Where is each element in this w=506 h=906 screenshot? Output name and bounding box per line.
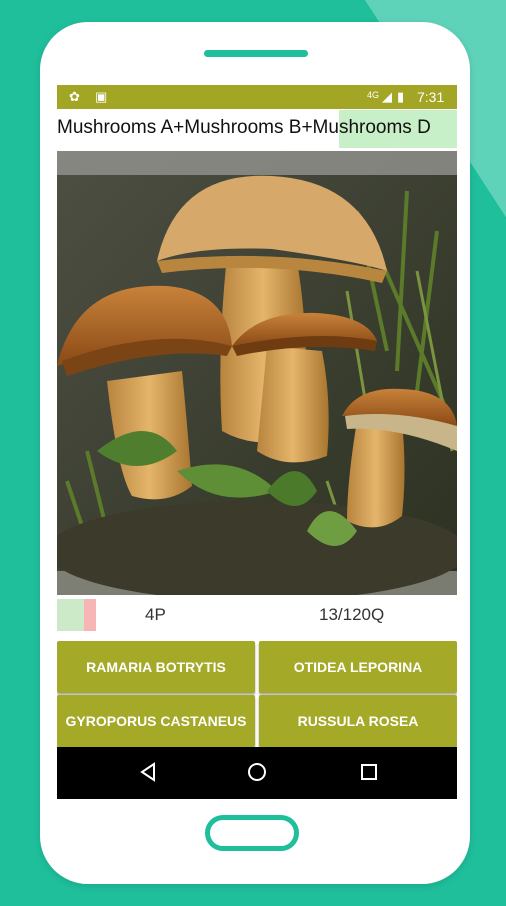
answer-button-3[interactable]: GYROPORUS CASTANEUS xyxy=(57,695,255,747)
app-screen: ✿ ▣ 4G ◢ ▮ 7:31 Mushrooms A+Mushrooms B+… xyxy=(57,85,457,799)
question-progress: 13/120Q xyxy=(319,605,385,624)
quiz-info-row: 4P 13/120Q xyxy=(57,595,457,637)
progress-marker-pink xyxy=(84,599,96,631)
phone-frame: ✿ ▣ 4G ◢ ▮ 7:31 Mushrooms A+Mushrooms B+… xyxy=(40,22,470,884)
home-icon[interactable] xyxy=(246,761,268,783)
signal-label: 4G xyxy=(367,90,380,100)
nav-bar xyxy=(57,747,457,799)
score-label: 4P xyxy=(145,605,166,624)
answer-button-1[interactable]: RAMARIA BOTRYTIS xyxy=(57,641,255,693)
battery-icon: ▮ xyxy=(397,89,405,104)
settings-icon: ✿ xyxy=(69,89,80,104)
quiz-title: Mushrooms A+Mushrooms B+Mushrooms D xyxy=(57,117,431,138)
phone-home-button xyxy=(205,815,299,851)
back-icon[interactable] xyxy=(137,761,159,783)
answer-button-2[interactable]: OTIDEA LEPORINA xyxy=(259,641,457,693)
progress-marker-green xyxy=(57,599,84,631)
phone-speaker xyxy=(204,50,308,57)
clock: 7:31 xyxy=(417,89,445,105)
recents-icon[interactable] xyxy=(358,761,380,783)
image-icon: ▣ xyxy=(95,89,108,104)
mushroom-photo xyxy=(57,151,457,595)
answer-button-4[interactable]: RUSSULA ROSEA xyxy=(259,695,457,747)
title-row: Mushrooms A+Mushrooms B+Mushrooms D xyxy=(57,110,457,148)
signal-icon: ◢ xyxy=(382,89,392,104)
status-bar: ✿ ▣ 4G ◢ ▮ 7:31 xyxy=(57,85,457,109)
